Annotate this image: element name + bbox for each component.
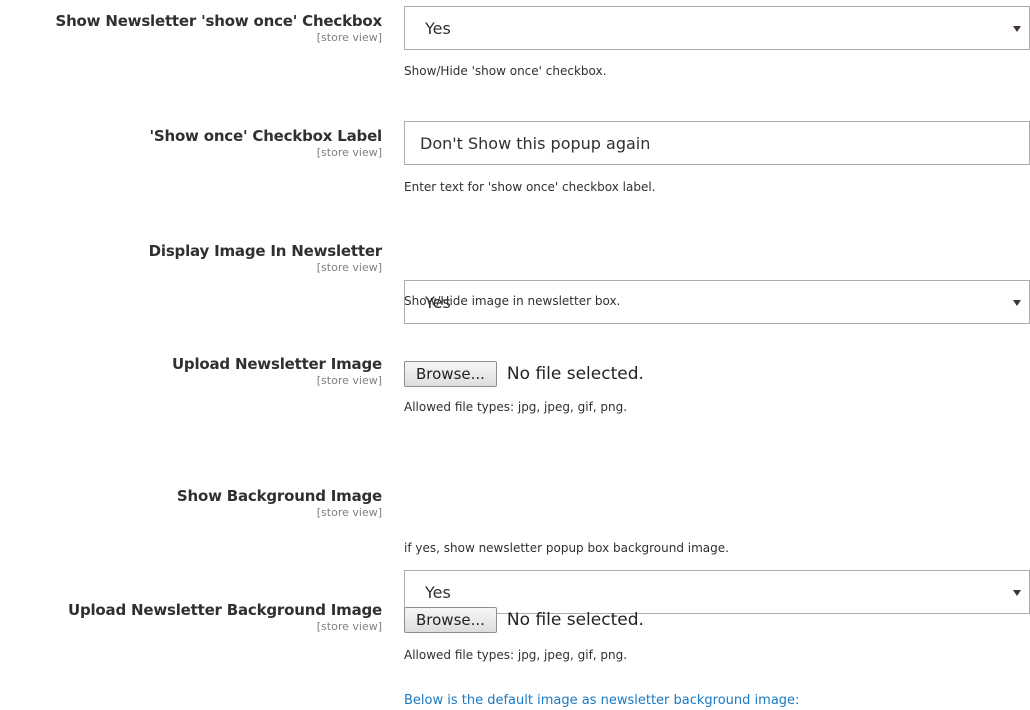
field-upload-background-label-block: Upload Newsletter Background Image [stor…	[68, 601, 382, 634]
field-checkbox-label-label-block: 'Show once' Checkbox Label [store view]	[149, 127, 382, 160]
field-label: 'Show once' Checkbox Label	[149, 127, 382, 145]
scope-label: [store view]	[316, 374, 382, 387]
chevron-down-icon	[1013, 300, 1021, 306]
select-value: Yes	[425, 19, 451, 38]
scope-label: [store view]	[316, 31, 382, 44]
checkbox-label-input[interactable]	[404, 121, 1030, 165]
chevron-down-icon	[1013, 590, 1021, 596]
upload-background-image-file-input[interactable]: Browse... No file selected.	[404, 607, 644, 633]
field-show-once-checkbox-label-block: Show Newsletter 'show once' Checkbox [st…	[55, 12, 382, 45]
show-once-checkbox-select[interactable]: Yes	[404, 6, 1030, 50]
field-note: Allowed file types: jpg, jpeg, gif, png.	[404, 648, 628, 662]
scope-label: [store view]	[316, 146, 382, 159]
browse-button[interactable]: Browse...	[404, 361, 497, 387]
field-label: Show Background Image	[176, 487, 382, 505]
chevron-down-icon	[1013, 26, 1021, 32]
field-upload-image-label-block: Upload Newsletter Image [store view]	[172, 355, 382, 388]
file-status: No file selected.	[506, 364, 644, 384]
browse-button[interactable]: Browse...	[404, 607, 497, 633]
field-note: Enter text for 'show once' checkbox labe…	[404, 180, 656, 194]
field-note: Show/Hide 'show once' checkbox.	[404, 64, 607, 78]
field-show-background-label-block: Show Background Image [store view]	[177, 487, 382, 520]
file-status: No file selected.	[506, 610, 644, 630]
scope-label: [store view]	[316, 620, 382, 633]
field-label: Show Newsletter 'show once' Checkbox	[55, 12, 382, 30]
scope-label: [store view]	[316, 506, 382, 519]
upload-newsletter-image-file-input[interactable]: Browse... No file selected.	[404, 361, 644, 387]
field-note: Show/Hide image in newsletter box.	[404, 294, 621, 308]
field-label: Upload Newsletter Background Image	[67, 601, 382, 619]
field-label: Display Image In Newsletter	[148, 242, 383, 260]
field-note: if yes, show newsletter popup box backgr…	[404, 541, 729, 555]
field-label: Upload Newsletter Image	[171, 355, 382, 373]
field-note: Allowed file types: jpg, jpeg, gif, png.	[404, 400, 628, 414]
default-image-note: Below is the default image as newsletter…	[404, 693, 800, 708]
select-value: Yes	[425, 583, 451, 602]
field-display-image-label-block: Display Image In Newsletter [store view]	[148, 242, 383, 275]
scope-label: [store view]	[316, 261, 382, 274]
